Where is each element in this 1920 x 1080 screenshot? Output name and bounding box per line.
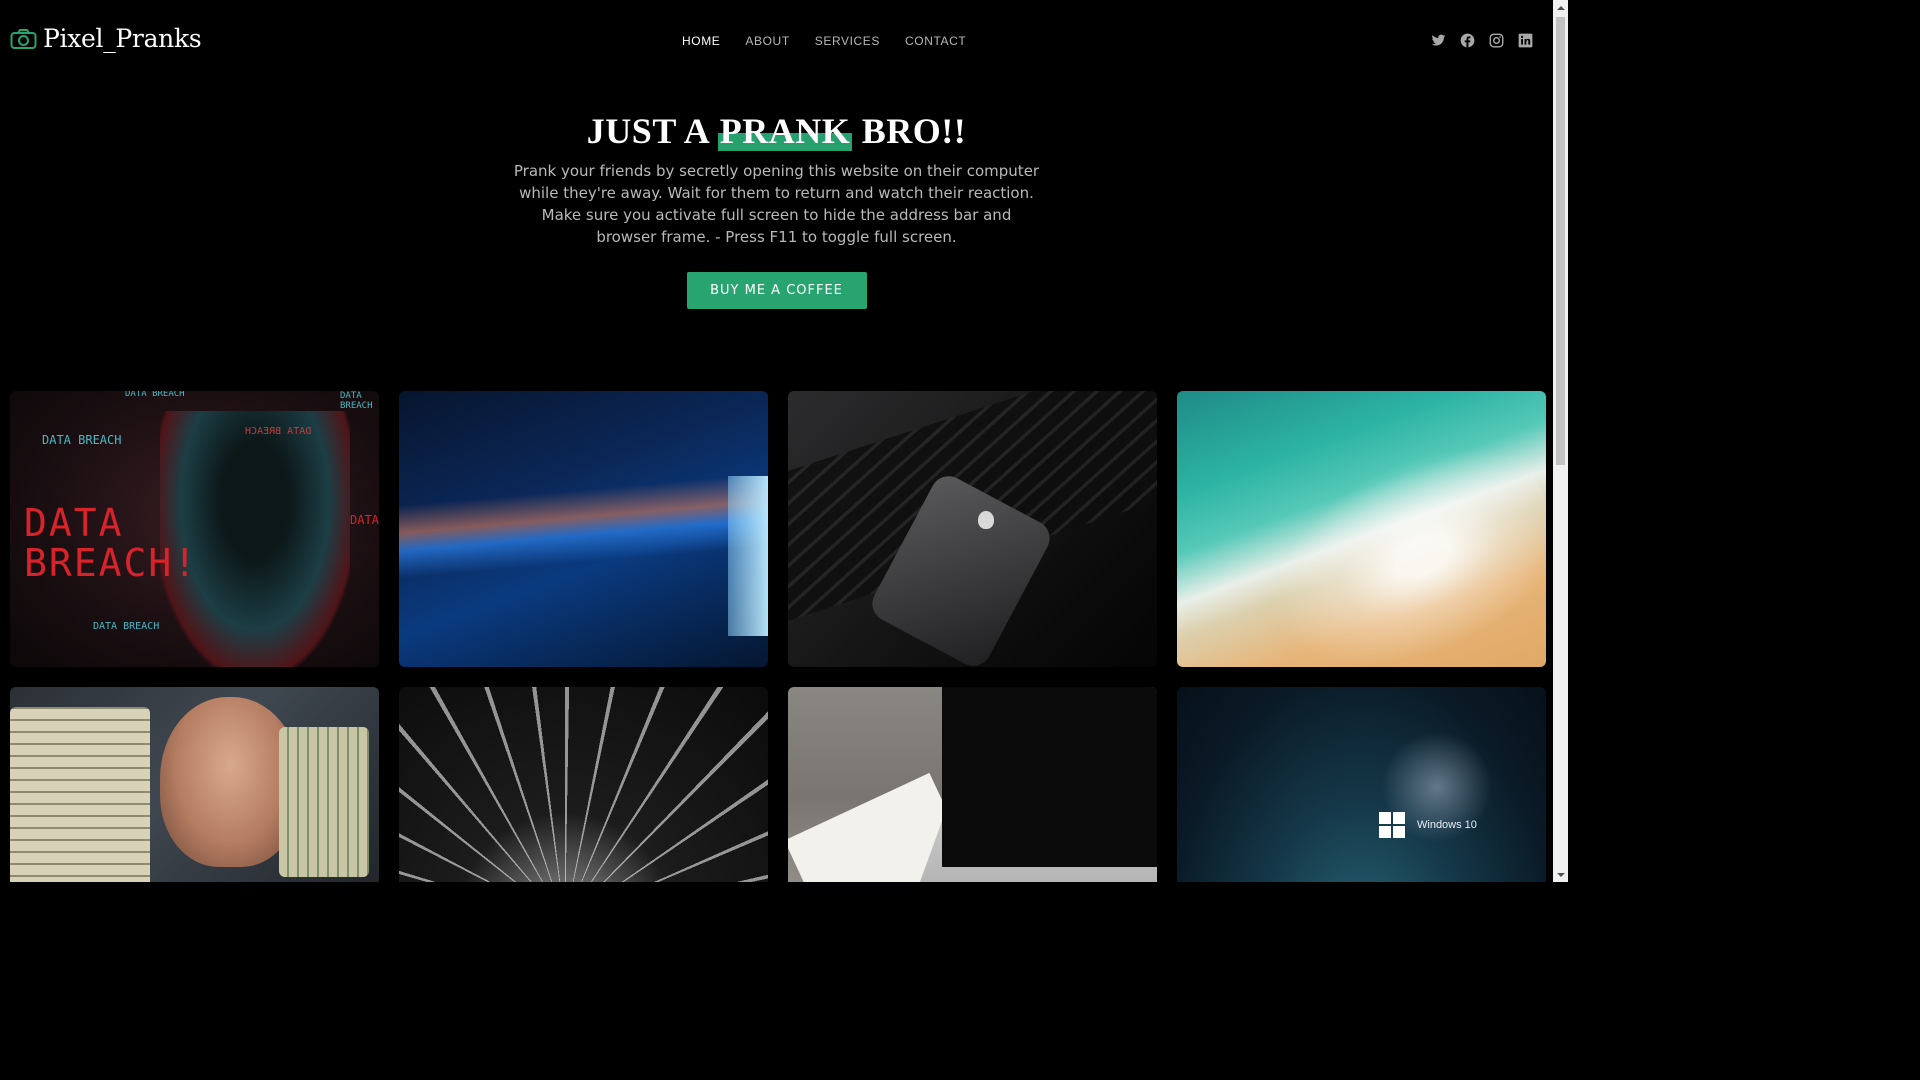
wave-foam-image (1186, 391, 1546, 667)
site-header: Pixel_Pranks HOME ABOUT SERVICES CONTACT (0, 0, 1553, 80)
cracked-glass-image (399, 687, 768, 882)
scroll-down-arrow-icon[interactable] (1553, 867, 1568, 882)
data-label-red: DATA (350, 513, 379, 527)
prank-tile-broken-screen[interactable] (399, 687, 768, 882)
scrollbar-thumb[interactable] (1556, 17, 1565, 465)
hero-section: JUST A PRANK BRO!! Prank your friends by… (0, 108, 1553, 309)
prank-gallery: DATA BREACH! DATA BREACH DATA BREACH DAT… (10, 391, 1546, 882)
prank-tile-iphone-keyboard[interactable] (788, 391, 1157, 667)
scroll-up-arrow-icon[interactable] (1553, 0, 1568, 15)
hero-title-after: BRO!! (852, 111, 967, 151)
page-scrollbar[interactable] (1553, 0, 1568, 882)
prank-tile-beach[interactable] (1177, 391, 1546, 667)
hero-title: JUST A PRANK BRO!! (0, 108, 1553, 154)
window-light-image (728, 476, 768, 636)
prank-tile-money-man[interactable] (10, 687, 379, 882)
data-breach-big-text: DATA BREACH! (24, 501, 199, 585)
nav-home[interactable]: HOME (682, 34, 720, 48)
prank-tile-laptop-desk[interactable] (788, 687, 1157, 882)
data-breach-top: DATA BREACH (125, 391, 185, 399)
logo-link[interactable]: Pixel_Pranks (10, 24, 202, 53)
nav-contact[interactable]: CONTACT (905, 34, 966, 48)
light-beam-image (399, 451, 768, 601)
buy-coffee-button[interactable]: BUY ME A COFFEE (686, 272, 867, 309)
facebook-icon[interactable] (1460, 33, 1475, 48)
camera-icon (10, 28, 37, 49)
windows-10-text: Windows 10 (1417, 819, 1477, 831)
linkedin-icon[interactable] (1518, 33, 1533, 48)
social-links (1431, 33, 1533, 48)
cash-stack-image (10, 707, 150, 882)
twitter-icon[interactable] (1431, 33, 1446, 48)
cash-fan-image (279, 727, 369, 877)
prank-tile-windows-10[interactable]: Windows 10 (1177, 687, 1546, 882)
data-breach-top-right: DATA BREACH (340, 391, 373, 411)
prank-tile-data-breach[interactable]: DATA BREACH! DATA BREACH DATA BREACH DAT… (10, 391, 379, 667)
data-breach-mirrored: DATA BREACH (245, 426, 312, 437)
apple-logo-icon (978, 511, 994, 529)
instagram-icon[interactable] (1489, 33, 1504, 48)
laptop-screen-image (942, 687, 1157, 867)
hero-description: Prank your friends by secretly opening t… (513, 162, 1040, 246)
main-nav: HOME ABOUT SERVICES CONTACT (682, 34, 966, 48)
prank-tile-windows-wallpaper[interactable] (399, 391, 768, 667)
data-breach-label-small: DATA BREACH (93, 621, 160, 632)
windows-logo-icon (1379, 812, 1405, 838)
hero-title-highlight: PRANK (717, 111, 853, 151)
nav-about[interactable]: ABOUT (745, 34, 789, 48)
nav-services[interactable]: SERVICES (815, 34, 880, 48)
data-breach-label: DATA BREACH (42, 433, 122, 447)
page: Pixel_Pranks HOME ABOUT SERVICES CONTACT (0, 0, 1568, 882)
hero-title-before: JUST A (586, 111, 718, 151)
logo-text: Pixel_Pranks (43, 24, 202, 53)
